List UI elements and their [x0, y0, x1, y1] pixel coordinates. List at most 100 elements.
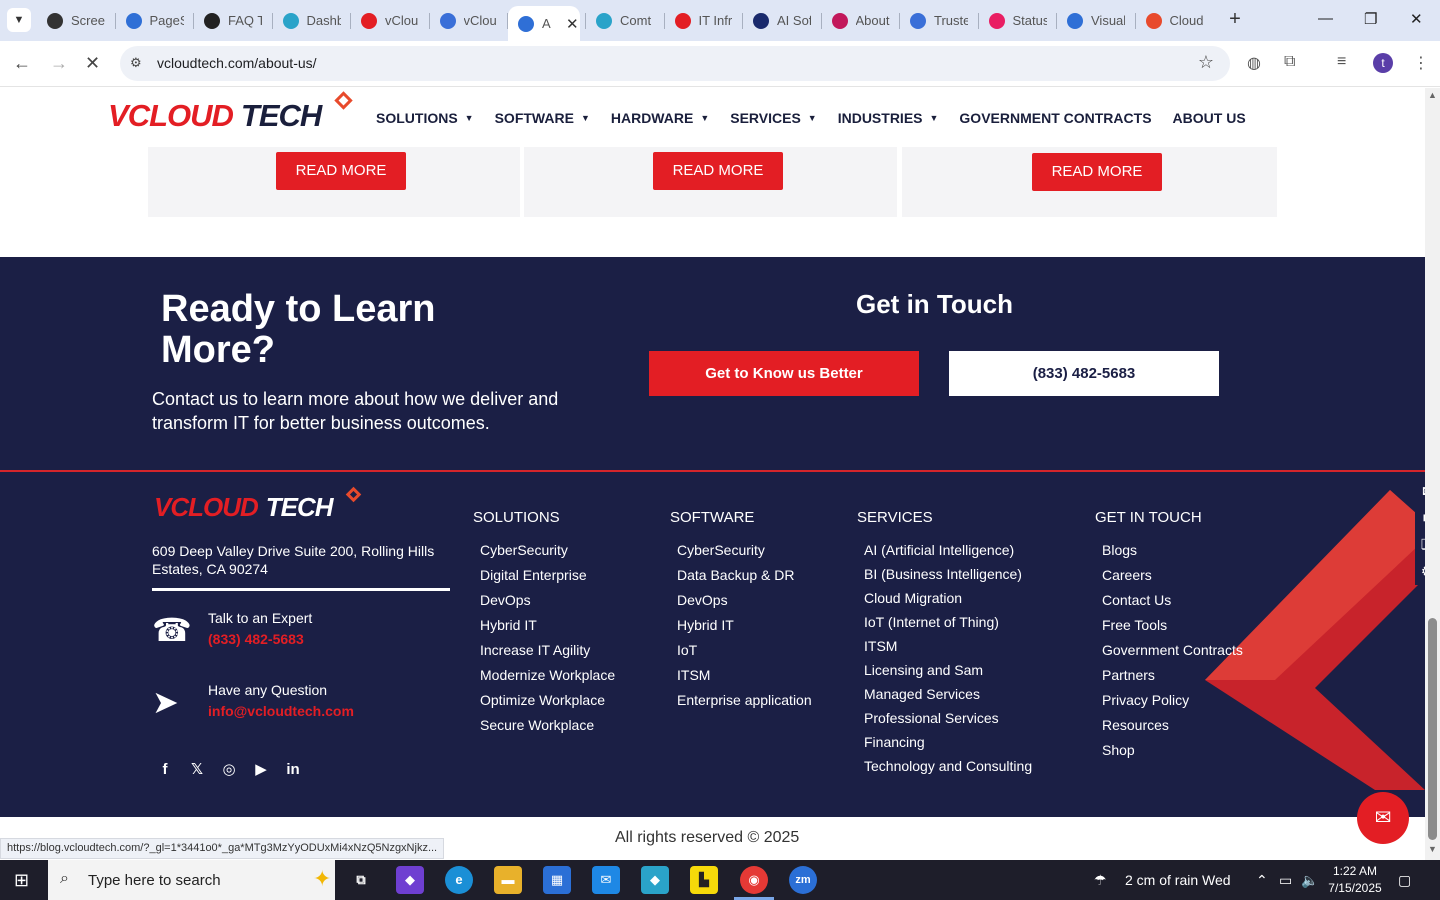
solutions-link[interactable]: CyberSecurity: [480, 538, 615, 563]
browser-tab[interactable]: Dashb: [273, 6, 351, 35]
solutions-link[interactable]: Secure Workplace: [480, 713, 615, 738]
browser-tab[interactable]: vClou: [430, 6, 508, 35]
camera-icon[interactable]: ◙: [1415, 477, 1425, 504]
site-info-icon[interactable]: ⚙: [130, 55, 142, 71]
browser-tab[interactable]: Cloud: [1136, 6, 1214, 35]
extensions-icon[interactable]: ⧉: [1284, 53, 1295, 71]
get-in-touch-link[interactable]: Privacy Policy: [1102, 688, 1243, 713]
browser-tab[interactable]: About: [822, 6, 900, 35]
browser-tab[interactable]: vClou: [351, 6, 429, 35]
restore-icon[interactable]: ❐: [1364, 10, 1377, 28]
sticky-notes-icon[interactable]: ▙: [690, 866, 718, 894]
file-explorer-icon[interactable]: ▬: [494, 866, 522, 894]
taskbar-search[interactable]: ⌕ Type here to search ✦: [48, 860, 335, 900]
browser-tab[interactable]: FAQ T: [194, 6, 272, 35]
close-tab-icon[interactable]: ✕: [566, 15, 579, 33]
instagram-icon[interactable]: ◎: [219, 760, 239, 780]
solutions-link[interactable]: Increase IT Agility: [480, 638, 615, 663]
youtube-icon[interactable]: ▶: [251, 760, 271, 780]
browser-tab[interactable]: A ✕: [508, 6, 580, 41]
read-more-button-2[interactable]: READ MORE: [653, 152, 783, 190]
window-icon[interactable]: ❏: [1415, 531, 1425, 558]
services-link[interactable]: Financing: [864, 730, 1032, 754]
profile-avatar[interactable]: t: [1373, 53, 1393, 73]
browser-tab[interactable]: Scree: [37, 6, 115, 35]
solutions-link[interactable]: Hybrid IT: [480, 613, 615, 638]
services-link[interactable]: Professional Services: [864, 706, 1032, 730]
services-link[interactable]: IoT (Internet of Thing): [864, 610, 1032, 634]
video-icon[interactable]: ■: [1415, 504, 1425, 531]
page-scrollbar[interactable]: ▲ ▼: [1425, 88, 1440, 860]
nav-item-hardware[interactable]: HARDWARE ▼: [611, 110, 709, 126]
media-control-icon[interactable]: ≡: [1337, 53, 1346, 71]
software-link[interactable]: Enterprise application: [677, 688, 812, 713]
x-icon[interactable]: 𝕏: [187, 760, 207, 780]
services-link[interactable]: Managed Services: [864, 682, 1032, 706]
read-more-button-1[interactable]: READ MORE: [276, 152, 406, 190]
browser-tab[interactable]: AI Sof: [743, 6, 821, 35]
solutions-link[interactable]: Optimize Workplace: [480, 688, 615, 713]
services-link[interactable]: AI (Artificial Intelligence): [864, 538, 1032, 562]
solutions-link[interactable]: Modernize Workplace: [480, 663, 615, 688]
footer-logo[interactable]: VCLOUD TECH: [154, 486, 362, 523]
settings-gear-icon[interactable]: ⚙: [1415, 558, 1425, 585]
nav-item-government-contracts[interactable]: GOVERNMENT CONTRACTS: [959, 110, 1151, 126]
nav-item-industries[interactable]: INDUSTRIES ▼: [838, 110, 939, 126]
store-icon[interactable]: ▦: [543, 866, 571, 894]
close-window-icon[interactable]: ✕: [1410, 10, 1423, 28]
services-link[interactable]: Cloud Migration: [864, 586, 1032, 610]
software-link[interactable]: DevOps: [677, 588, 812, 613]
edge-icon[interactable]: e: [445, 866, 473, 894]
facebook-icon[interactable]: f: [155, 760, 175, 780]
software-link[interactable]: IoT: [677, 638, 812, 663]
software-link[interactable]: Data Backup & DR: [677, 563, 812, 588]
solutions-link[interactable]: DevOps: [480, 588, 615, 613]
scrollbar-thumb[interactable]: [1428, 618, 1437, 840]
services-link[interactable]: ITSM: [864, 634, 1032, 658]
task-view-icon[interactable]: ⧉: [347, 866, 375, 894]
tray-chevron-icon[interactable]: ⌃: [1256, 872, 1268, 889]
minimize-icon[interactable]: —: [1318, 10, 1333, 27]
chat-icon[interactable]: ✉: [1357, 792, 1409, 844]
scroll-up-icon[interactable]: ▲: [1428, 90, 1437, 100]
services-link[interactable]: Licensing and Sam: [864, 658, 1032, 682]
nav-item-services[interactable]: SERVICES ▼: [730, 110, 816, 126]
get-in-touch-link[interactable]: Free Tools: [1102, 613, 1243, 638]
stop-loading-icon[interactable]: ✕: [85, 53, 100, 74]
windows-start-icon[interactable]: ⊞: [14, 870, 29, 891]
weather-text[interactable]: 2 cm of rain Wed: [1125, 872, 1231, 888]
services-link[interactable]: BI (Business Intelligence): [864, 562, 1032, 586]
linkedin-icon[interactable]: in: [283, 760, 303, 780]
translate-icon[interactable]: ◍: [1247, 53, 1261, 73]
services-link[interactable]: Technology and Consulting: [864, 754, 1032, 778]
network-icon[interactable]: ▭: [1279, 872, 1292, 889]
solutions-link[interactable]: Digital Enterprise: [480, 563, 615, 588]
get-in-touch-link[interactable]: Shop: [1102, 738, 1243, 763]
get-to-know-us-button[interactable]: Get to Know us Better: [649, 351, 919, 396]
nav-item-about-us[interactable]: ABOUT US: [1173, 110, 1246, 126]
nav-item-solutions[interactable]: SOLUTIONS ▼: [376, 110, 474, 126]
browser-tab[interactable]: Truste: [900, 6, 978, 35]
nav-item-software[interactable]: SOFTWARE ▼: [495, 110, 590, 126]
get-in-touch-link[interactable]: Blogs: [1102, 538, 1243, 563]
url-text[interactable]: vcloudtech.com/about-us/: [157, 55, 317, 71]
get-in-touch-link[interactable]: Contact Us: [1102, 588, 1243, 613]
back-icon[interactable]: ←: [13, 53, 31, 74]
clock[interactable]: 1:22 AM 7/15/2025: [1325, 863, 1385, 897]
volume-icon[interactable]: 🔈: [1301, 872, 1318, 889]
notifications-icon[interactable]: ▢: [1398, 872, 1411, 889]
address-bar[interactable]: ⚙ vcloudtech.com/about-us/ ☆: [120, 46, 1230, 81]
browser-tab[interactable]: Visual: [1057, 6, 1135, 35]
browser-tab[interactable]: Status: [979, 6, 1057, 35]
expert-phone-link[interactable]: (833) 482-5683: [208, 631, 312, 647]
app-icon[interactable]: ◆: [641, 866, 669, 894]
get-in-touch-link[interactable]: Partners: [1102, 663, 1243, 688]
get-in-touch-link[interactable]: Government Contracts: [1102, 638, 1243, 663]
scroll-down-icon[interactable]: ▼: [1428, 844, 1437, 854]
read-more-button-3[interactable]: READ MORE: [1032, 153, 1162, 191]
browser-tab[interactable]: PageS: [116, 6, 194, 35]
phone-button[interactable]: (833) 482-5683: [949, 351, 1219, 396]
menu-kebab-icon[interactable]: ⋮: [1413, 53, 1429, 73]
get-in-touch-link[interactable]: Careers: [1102, 563, 1243, 588]
copilot-icon[interactable]: ◆: [396, 866, 424, 894]
